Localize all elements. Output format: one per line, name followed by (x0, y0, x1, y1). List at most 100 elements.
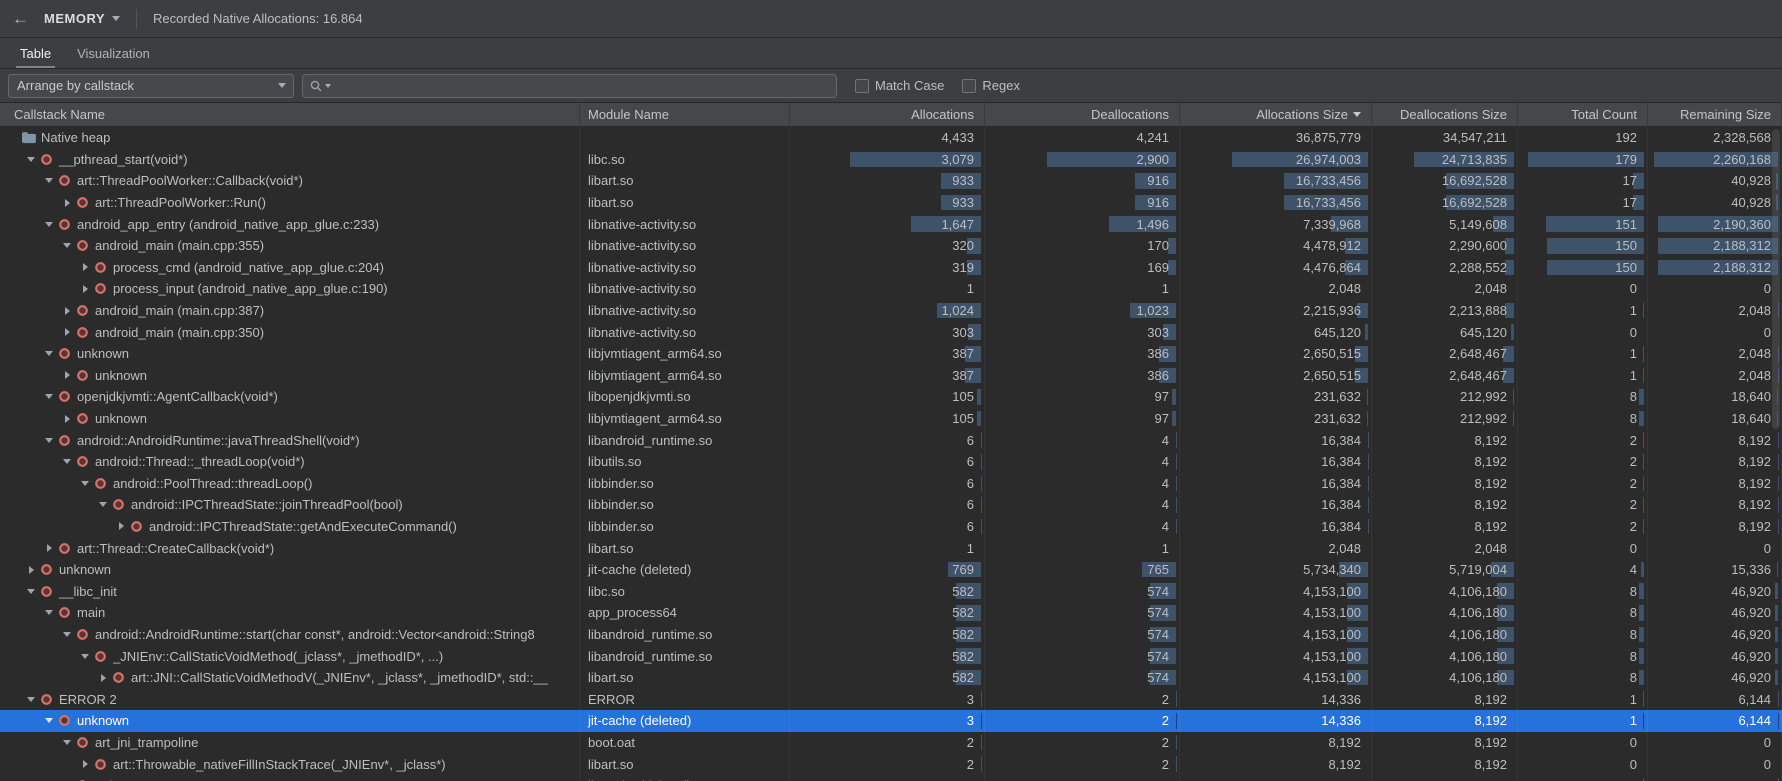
cell-value: 582 (952, 670, 984, 685)
column-header-remaining-size[interactable]: Remaining Size (1648, 103, 1782, 126)
cell-value: 14,336 (1321, 713, 1371, 728)
table-row[interactable]: __libc_initlibc.so5825744,153,1004,106,1… (0, 580, 1782, 602)
expanded-arrow-icon[interactable] (78, 481, 92, 486)
table-row[interactable]: mainapp_process645825744,153,1004,106,18… (0, 602, 1782, 624)
column-header-deallocations[interactable]: Deallocations (985, 103, 1180, 126)
cell-value: 2,328,568 (1713, 130, 1781, 145)
cell-remaining-size: 2,048 (1648, 365, 1782, 387)
cell-deallocations-size: 34,547,211 (1372, 127, 1518, 149)
cell-allocations: 6 (790, 451, 985, 473)
search-field[interactable] (302, 74, 837, 98)
table-row[interactable]: android::AndroidRuntime::start(char cons… (0, 624, 1782, 646)
table-row[interactable]: android::Thread::_threadLoop(void*)libut… (0, 451, 1782, 473)
expanded-arrow-icon[interactable] (60, 632, 74, 637)
column-header-module-name[interactable]: Module Name (580, 103, 790, 126)
table-row[interactable]: unknownlibjvmtiagent_arm64.so3873862,650… (0, 343, 1782, 365)
table-row[interactable]: __pthread_start(void*)libc.so3,0792,9002… (0, 149, 1782, 171)
cell-deallocations-size: 8,192 (1372, 429, 1518, 451)
callstack-name: unknown (77, 346, 129, 361)
column-header-deallocations-size[interactable]: Deallocations Size (1372, 103, 1518, 126)
cell-value: 4,241 (1136, 130, 1179, 145)
expanded-arrow-icon[interactable] (42, 351, 56, 356)
column-header-total-count[interactable]: Total Count (1518, 103, 1648, 126)
expanded-arrow-icon[interactable] (78, 654, 92, 659)
expanded-arrow-icon[interactable] (24, 697, 38, 702)
column-header-allocations[interactable]: Allocations (790, 103, 985, 126)
search-icon[interactable] (309, 79, 331, 93)
table-row[interactable]: android::AndroidRuntime::javaThreadShell… (0, 429, 1782, 451)
table-row[interactable]: unknownjit-cache (deleted)7697655,734,34… (0, 559, 1782, 581)
table-row[interactable]: art_jni_trampolineboot.oat228,1928,19200 (0, 732, 1782, 754)
callstack-cell: android::IPCThreadState::joinThreadPool(… (0, 494, 580, 516)
expanded-arrow-icon[interactable] (60, 459, 74, 464)
cell-allocations: 933 (790, 170, 985, 192)
table-row[interactable]: art::JNI::CallStaticVoidMethodV(_JNIEnv*… (0, 667, 1782, 689)
collapsed-arrow-icon[interactable] (78, 285, 92, 293)
search-input[interactable] (334, 76, 830, 96)
table-row[interactable]: art::Throwable_nativeFillInStackTrace(_J… (0, 753, 1782, 775)
table-row[interactable]: process_cmd (android_native_app_glue.c:2… (0, 257, 1782, 279)
cell-value: 387 (952, 368, 984, 383)
table-row[interactable]: android::IPCThreadState::getAndExecuteCo… (0, 516, 1782, 538)
collapsed-arrow-icon[interactable] (60, 199, 74, 207)
table-row[interactable]: unknownlibjvmtiagent_arm64.so3873862,650… (0, 365, 1782, 387)
session-selector-dropdown[interactable]: MEMORY (44, 11, 120, 26)
column-header-callstack-name[interactable]: Callstack Name (0, 103, 580, 126)
collapsed-arrow-icon[interactable] (60, 371, 74, 379)
table-row[interactable]: art::Thread::CreateCallback(void*)libart… (0, 537, 1782, 559)
expanded-arrow-icon[interactable] (42, 394, 56, 399)
table-row[interactable]: android_app_entry (android_native_app_gl… (0, 213, 1782, 235)
table-row[interactable]: ERROR 2ERROR3214,3368,19216,144 (0, 688, 1782, 710)
expanded-arrow-icon[interactable] (42, 610, 56, 615)
table-row[interactable]: android_main (main.cpp:355)libnative-act… (0, 235, 1782, 257)
column-header-allocations-size[interactable]: Allocations Size (1180, 103, 1372, 126)
table-row[interactable]: android_main (main.cpp:387)libnative-act… (0, 300, 1782, 322)
cell-allocations-size: 26,974,003 (1180, 149, 1372, 171)
table-row[interactable]: Native heap4,4334,24136,875,77934,547,21… (0, 127, 1782, 149)
callstack-name: android::AndroidRuntime::javaThreadShell… (77, 433, 360, 448)
tab-visualization[interactable]: Visualization (65, 38, 162, 68)
cell-value: 4,153,100 (1303, 605, 1371, 620)
expanded-arrow-icon[interactable] (96, 502, 110, 507)
collapsed-arrow-icon[interactable] (60, 415, 74, 423)
match-case-label: Match Case (875, 78, 944, 93)
collapsed-arrow-icon[interactable] (78, 263, 92, 271)
cell-deallocations-size: 5,149,608 (1372, 213, 1518, 235)
expanded-arrow-icon[interactable] (24, 157, 38, 162)
table-row[interactable]: unknownjit-cache (deleted)3214,3368,1921… (0, 710, 1782, 732)
collapsed-arrow-icon[interactable] (24, 566, 38, 574)
expanded-arrow-icon[interactable] (42, 222, 56, 227)
arrange-by-dropdown[interactable]: Arrange by callstack (8, 74, 294, 98)
expanded-arrow-icon[interactable] (42, 178, 56, 183)
expanded-arrow-icon[interactable] (24, 589, 38, 594)
callstack-cell: android::PoolThread::threadLoop() (0, 473, 580, 495)
table-row[interactable]: android::IPCThreadState::joinThreadPool(… (0, 494, 1782, 516)
table-row[interactable]: art::ThreadPoolWorker::Run()libart.so933… (0, 192, 1782, 214)
table-row[interactable]: art::ThreadPoolWorker::Callback(void*)li… (0, 170, 1782, 192)
collapsed-arrow-icon[interactable] (114, 522, 128, 530)
collapsed-arrow-icon[interactable] (60, 307, 74, 315)
table-row[interactable]: _JNIEnv::CallStaticVoidMethod(_jclass*, … (0, 645, 1782, 667)
expanded-arrow-icon[interactable] (60, 243, 74, 248)
match-case-checkbox[interactable] (855, 79, 869, 93)
tab-table[interactable]: Table (8, 38, 63, 68)
table-row[interactable]: openjdkjvmti::AgentCallback(void*)libope… (0, 386, 1782, 408)
expanded-arrow-icon[interactable] (60, 740, 74, 745)
cell-total-count: 2 (1518, 473, 1648, 495)
table-row[interactable]: android::PoolThread::threadLoop()libbind… (0, 473, 1782, 495)
back-button[interactable]: ← (12, 9, 34, 29)
collapsed-arrow-icon[interactable] (96, 674, 110, 682)
expanded-arrow-icon[interactable] (42, 718, 56, 723)
cell-allocations-size: 16,384 (1180, 451, 1372, 473)
cell-remaining-size: 15,336 (1648, 559, 1782, 581)
expanded-arrow-icon[interactable] (42, 438, 56, 443)
table-row[interactable]: unknownlibjvmtiagent_arm64.so10597231,63… (0, 408, 1782, 430)
regex-checkbox[interactable] (962, 79, 976, 93)
cell-total-count: 0 (1518, 537, 1648, 559)
table-row[interactable]: unknownjit-cache (deleted)106,144016,144 (0, 775, 1782, 781)
collapsed-arrow-icon[interactable] (60, 328, 74, 336)
collapsed-arrow-icon[interactable] (78, 760, 92, 768)
table-row[interactable]: process_input (android_native_app_glue.c… (0, 278, 1782, 300)
collapsed-arrow-icon[interactable] (42, 544, 56, 552)
table-row[interactable]: android_main (main.cpp:350)libnative-act… (0, 321, 1782, 343)
